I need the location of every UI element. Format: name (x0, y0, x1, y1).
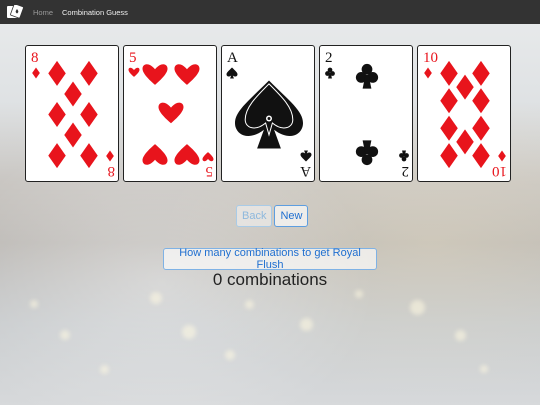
playing-card-5-hearts[interactable]: 55 (123, 45, 217, 182)
card-rank-label: 2 (325, 50, 333, 66)
bokeh-light (300, 318, 313, 331)
suit-pip-icon (424, 67, 432, 79)
bokeh-light (182, 325, 196, 339)
suit-pip-icon (158, 102, 184, 124)
suit-pip-icon (498, 150, 506, 162)
suit-pip-icon (440, 88, 458, 114)
suit-pip-icon (174, 144, 200, 165)
navigation-button-group: Back New (236, 205, 309, 227)
suit-pip-icon (325, 67, 335, 79)
card-rank-label: A (300, 163, 311, 179)
suit-pip-icon (48, 143, 66, 169)
suit-pip-icon (128, 67, 140, 77)
suit-pip-icon (48, 102, 66, 127)
suit-pip-icon (472, 143, 490, 169)
suit-pip-icon (202, 152, 214, 162)
suit-pip-icon (300, 150, 312, 162)
suit-pip-icon (32, 67, 40, 79)
card-row: 88 55 AA 22 10 10 (25, 45, 515, 185)
bokeh-light (480, 365, 488, 373)
nav-link-combination-guess[interactable]: Combination Guess (62, 8, 128, 17)
suit-pip-icon (226, 67, 238, 79)
suit-pip-icon (440, 143, 458, 169)
suit-pip-icon (472, 115, 490, 141)
suit-pip-icon (142, 144, 168, 165)
card-logo-icon[interactable] (7, 5, 24, 19)
card-rank-label: 10 (423, 50, 438, 66)
suit-pip-icon (355, 140, 379, 166)
suit-pip-icon (472, 60, 490, 86)
royal-flush-combinations-button[interactable]: How many combinations to get Royal Flush (163, 247, 377, 271)
bokeh-light (150, 292, 162, 304)
card-rank-label: 2 (402, 163, 410, 179)
suit-pip-icon (64, 122, 82, 148)
bokeh-light (225, 350, 235, 360)
card-rank-label: 5 (129, 50, 137, 66)
playing-card-8-diamonds[interactable]: 88 (25, 45, 119, 182)
playing-card-A-spades[interactable]: AA (221, 45, 315, 182)
suit-pip-icon (399, 150, 409, 162)
suit-pip-icon (456, 129, 474, 155)
bokeh-light (455, 330, 466, 341)
bokeh-light (30, 300, 38, 308)
suit-pip-icon (64, 81, 82, 107)
new-button[interactable]: New (274, 205, 309, 227)
bokeh-light (60, 330, 70, 340)
suit-pip-icon (80, 102, 98, 127)
card-rank-label: 10 (492, 163, 507, 179)
back-button[interactable]: Back (236, 205, 273, 227)
suit-pip-icon (456, 74, 474, 100)
bokeh-light (100, 365, 109, 374)
suit-pip-icon (106, 150, 114, 162)
card-rank-label: 8 (31, 50, 39, 66)
suit-pip-icon (48, 60, 66, 86)
bokeh-light (355, 290, 363, 298)
bokeh-light (245, 300, 254, 309)
nav-link-home[interactable]: Home (33, 8, 53, 17)
playing-card-2-clubs[interactable]: 22 (319, 45, 413, 182)
suit-pip-icon (440, 115, 458, 141)
card-rank-label: 8 (108, 163, 116, 179)
suit-pip-icon (174, 64, 200, 85)
suit-pip-icon (472, 88, 490, 114)
combinations-result: 0 combinations (212, 270, 328, 289)
suit-pip-icon (80, 60, 98, 86)
suit-pip-icon (440, 60, 458, 86)
suit-pip-icon (355, 63, 379, 89)
ace-of-spades-icon (235, 80, 303, 149)
suit-pip-icon (80, 143, 98, 169)
navbar: Home Combination Guess (0, 0, 540, 24)
playing-card-10-diamonds[interactable]: 10 10 (417, 45, 511, 182)
card-rank-label: 5 (206, 163, 214, 179)
card-rank-label: A (227, 50, 238, 66)
suit-pip-icon (142, 64, 168, 85)
bokeh-light (410, 300, 425, 315)
